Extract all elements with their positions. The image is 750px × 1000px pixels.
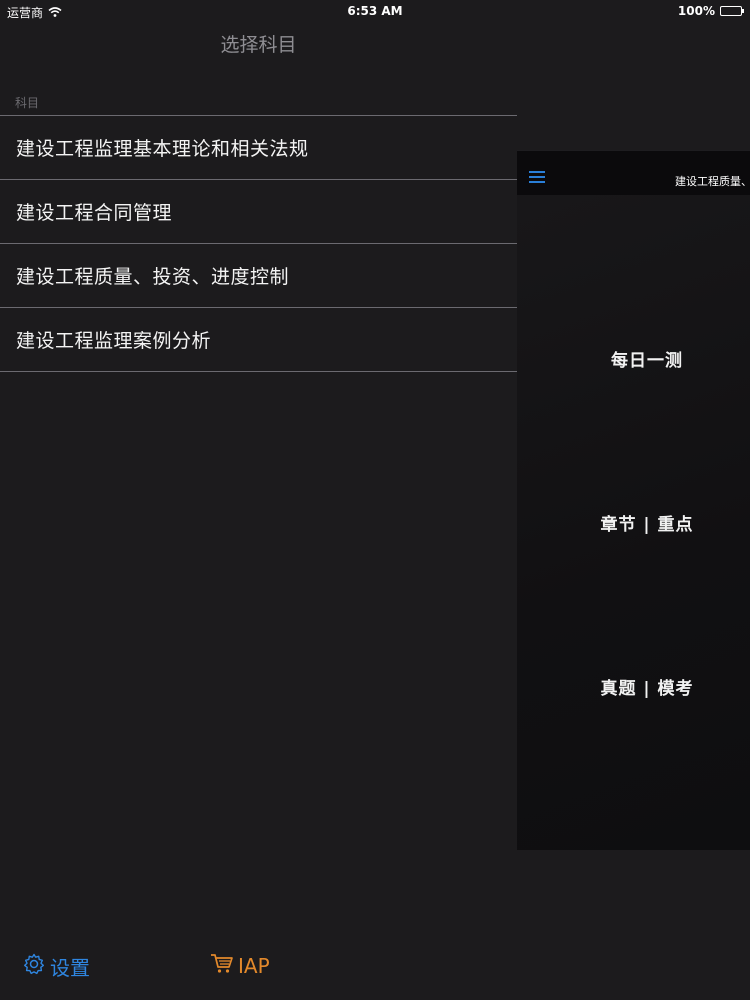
detail-pane: 建设工程质量、 每日一测 章节 | 重点 真题 | 模考	[517, 150, 750, 850]
status-time: 6:53 AM	[347, 4, 403, 18]
list-item-label: 建设工程质量、投资、进度控制	[16, 266, 290, 288]
section-header: 科目	[15, 96, 40, 110]
gear-icon	[22, 952, 46, 981]
page-title: 选择科目	[220, 34, 297, 56]
list-item[interactable]: 建设工程合同管理	[0, 180, 517, 244]
battery-percent: 100%	[677, 4, 715, 18]
daily-test-button[interactable]: 每日一测	[517, 346, 750, 371]
status-right: 100%	[677, 4, 744, 18]
battery-icon	[720, 6, 744, 16]
cart-icon	[210, 952, 234, 979]
settings-button[interactable]: 设置	[22, 952, 90, 981]
list-item[interactable]: 建设工程监理基本理论和相关法规	[0, 116, 517, 180]
settings-label: 设置	[50, 956, 90, 980]
bottom-toolbar: 设置 IAP	[0, 952, 517, 992]
iap-button[interactable]: IAP	[210, 952, 270, 979]
subject-list: 建设工程监理基本理论和相关法规 建设工程合同管理 建设工程质量、投资、进度控制 …	[0, 115, 517, 372]
list-item[interactable]: 建设工程质量、投资、进度控制	[0, 244, 517, 308]
menu-icon[interactable]	[529, 171, 545, 185]
chapter-keypoints-button[interactable]: 章节 | 重点	[517, 510, 750, 535]
exam-mock-button[interactable]: 真题 | 模考	[517, 674, 750, 699]
iap-label: IAP	[238, 953, 270, 978]
list-item-label: 建设工程监理案例分析	[16, 330, 212, 352]
list-item[interactable]: 建设工程监理案例分析	[0, 308, 517, 372]
status-bar: 运营商 6:53 AM 100%	[0, 0, 750, 22]
detail-title: 建设工程质量、	[675, 175, 750, 188]
master-pane: 选择科目 科目 建设工程监理基本理论和相关法规 建设工程合同管理 建设工程质量、…	[0, 22, 517, 1000]
detail-nav-bar: 建设工程质量、	[517, 150, 750, 195]
list-item-label: 建设工程合同管理	[16, 202, 173, 224]
list-item-label: 建设工程监理基本理论和相关法规	[16, 138, 309, 160]
